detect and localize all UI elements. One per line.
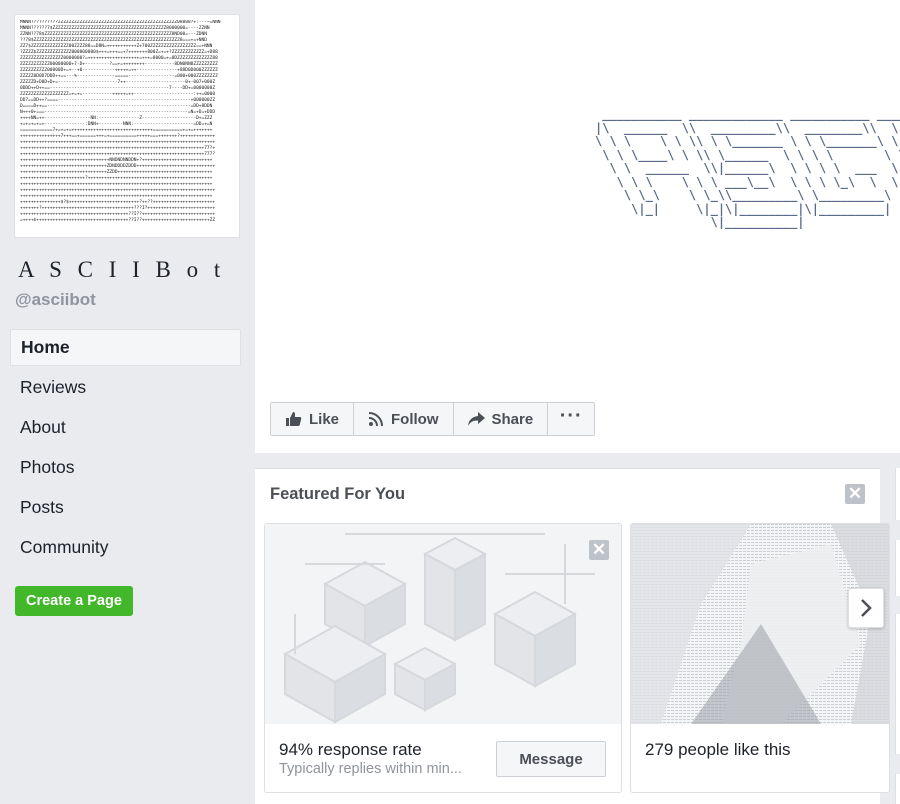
- more-options-button[interactable]: ···: [548, 403, 595, 435]
- reply-time-text: Typically replies within min...: [279, 761, 462, 777]
- nav-item-about[interactable]: About: [10, 409, 241, 446]
- follow-label: Follow: [391, 410, 439, 428]
- share-arrow-icon: [467, 412, 485, 426]
- like-button[interactable]: Like: [271, 403, 355, 435]
- follow-button[interactable]: Follow: [354, 403, 454, 435]
- page-name: A S C I I B o t: [18, 257, 226, 282]
- create-page-button[interactable]: Create a Page: [15, 586, 133, 616]
- share-button[interactable]: Share: [453, 403, 549, 435]
- more-dots-icon: ···: [559, 405, 583, 427]
- nav-item-reviews[interactable]: Reviews: [10, 369, 241, 406]
- featured-for-you-panel: Featured For You ✕ ✕ 94% response rate T…: [255, 468, 890, 804]
- featured-card-likes[interactable]: 279 people like this: [630, 523, 890, 793]
- page-action-bar: Like Follow Share ···: [270, 402, 596, 436]
- cover-section: ___________ _____________ ___________ __…: [255, 0, 900, 453]
- carousel-next-button[interactable]: [848, 588, 884, 628]
- rss-follow-icon: [368, 412, 384, 427]
- profile-picture[interactable]: MNNN??????????ZZZZZZZZZZZZZZZZZZZZZZZZZZ…: [14, 14, 240, 238]
- nav-item-photos[interactable]: Photos: [10, 449, 241, 486]
- page-username[interactable]: @asciibot: [15, 290, 96, 310]
- close-icon[interactable]: ✕: [845, 484, 865, 504]
- likes-count-text: 279 people like this: [645, 740, 791, 759]
- nav-item-community[interactable]: Community: [10, 529, 241, 566]
- featured-card-response[interactable]: ✕ 94% response rate Typically replies wi…: [264, 523, 622, 793]
- share-label: Share: [491, 410, 534, 428]
- right-column-card: [895, 774, 900, 804]
- like-label: Like: [309, 410, 340, 428]
- right-column-card: [895, 540, 900, 596]
- nav-item-home[interactable]: Home: [10, 329, 241, 366]
- ascii-art-profile-image: MNNN??????????ZZZZZZZZZZZZZZZZZZZZZZZZZZ…: [20, 20, 221, 223]
- chevron-right-icon: [861, 599, 872, 617]
- page-nav: Home Reviews About Photos Posts Communit…: [10, 329, 241, 569]
- featured-title: Featured For You: [270, 485, 406, 503]
- dismiss-card-icon[interactable]: ✕: [589, 540, 609, 560]
- cover-ascii-art[interactable]: ___________ _____________ ___________ __…: [595, 107, 900, 230]
- nav-item-posts[interactable]: Posts: [10, 489, 241, 526]
- ascii-isometric-image: [265, 524, 621, 724]
- thumbs-up-icon: [286, 412, 302, 426]
- right-column-card: [895, 468, 900, 520]
- left-sidebar: MNNN??????????ZZZZZZZZZZZZZZZZZZZZZZZZZZ…: [0, 0, 255, 804]
- message-button[interactable]: Message: [496, 741, 606, 777]
- response-rate-text: 94% response rate: [279, 740, 422, 759]
- right-column-card: [895, 614, 900, 754]
